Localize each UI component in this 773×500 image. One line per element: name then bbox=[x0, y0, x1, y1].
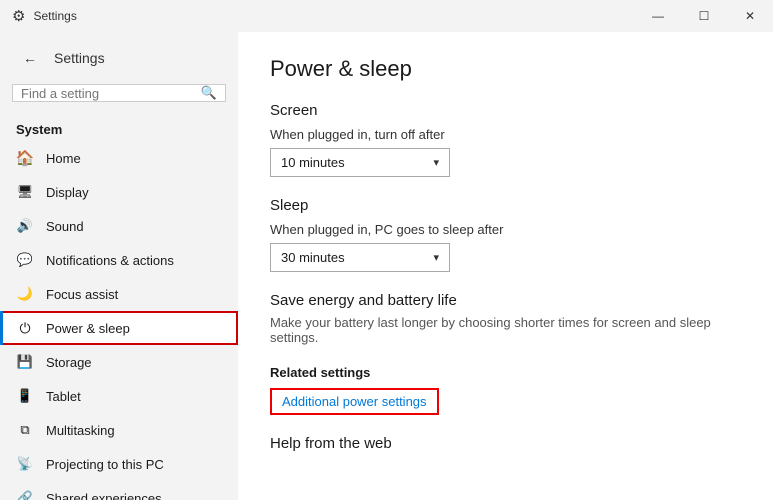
sidebar-label-sound: Sound bbox=[46, 219, 84, 234]
sidebar: ← Settings 🔍 System 🏠 Home 🖥 Display 🔊 S… bbox=[0, 32, 238, 500]
app-icon: ⚙ bbox=[8, 7, 25, 25]
save-energy-desc: Make your battery last longer by choosin… bbox=[270, 315, 741, 345]
sidebar-label-display: Display bbox=[46, 185, 89, 200]
content-area: Power & sleep Screen When plugged in, tu… bbox=[238, 32, 773, 500]
sidebar-item-home[interactable]: 🏠 Home bbox=[0, 141, 238, 175]
display-icon: 🖥 bbox=[16, 183, 34, 201]
sidebar-item-sound[interactable]: 🔊 Sound bbox=[0, 209, 238, 243]
sidebar-app-title: Settings bbox=[54, 50, 105, 66]
titlebar-controls: — ☐ ✕ bbox=[635, 0, 773, 32]
sleep-dropdown[interactable]: 30 minutes ▾ bbox=[270, 243, 450, 272]
home-icon: 🏠 bbox=[16, 149, 34, 167]
screen-section-heading: Screen bbox=[270, 102, 741, 119]
sidebar-label-power: Power & sleep bbox=[46, 321, 130, 336]
sound-icon: 🔊 bbox=[16, 217, 34, 235]
search-input[interactable] bbox=[21, 86, 201, 101]
sidebar-label-shared: Shared experiences bbox=[46, 491, 162, 500]
multitasking-icon: ⧉ bbox=[16, 421, 34, 439]
sidebar-label-home: Home bbox=[46, 151, 81, 166]
search-box[interactable]: 🔍 bbox=[12, 84, 226, 102]
sidebar-label-focus: Focus assist bbox=[46, 287, 118, 302]
save-energy-title: Save energy and battery life bbox=[270, 292, 741, 309]
screen-dropdown-value: 10 minutes bbox=[281, 155, 345, 170]
screen-dropdown-arrow: ▾ bbox=[433, 156, 439, 169]
close-button[interactable]: ✕ bbox=[727, 0, 773, 32]
maximize-button[interactable]: ☐ bbox=[681, 0, 727, 32]
sleep-section-heading: Sleep bbox=[270, 197, 741, 214]
titlebar: ⚙ Settings — ☐ ✕ bbox=[0, 0, 773, 32]
minimize-button[interactable]: — bbox=[635, 0, 681, 32]
shared-icon: 🔗 bbox=[16, 489, 34, 500]
tablet-icon: 📱 bbox=[16, 387, 34, 405]
app-container: ← Settings 🔍 System 🏠 Home 🖥 Display 🔊 S… bbox=[0, 32, 773, 500]
power-icon: ⏻ bbox=[16, 319, 34, 337]
titlebar-left: ⚙ Settings bbox=[8, 7, 77, 25]
system-section-label: System bbox=[0, 114, 238, 141]
sidebar-label-multitasking: Multitasking bbox=[46, 423, 115, 438]
sidebar-label-notifications: Notifications & actions bbox=[46, 253, 174, 268]
sidebar-label-storage: Storage bbox=[46, 355, 92, 370]
help-title: Help from the web bbox=[270, 435, 741, 452]
page-title: Power & sleep bbox=[270, 56, 741, 82]
sleep-field-label: When plugged in, PC goes to sleep after bbox=[270, 222, 741, 237]
sidebar-label-tablet: Tablet bbox=[46, 389, 81, 404]
sleep-dropdown-value: 30 minutes bbox=[281, 250, 345, 265]
screen-field-label: When plugged in, turn off after bbox=[270, 127, 741, 142]
sidebar-item-tablet[interactable]: 📱 Tablet bbox=[0, 379, 238, 413]
screen-dropdown[interactable]: 10 minutes ▾ bbox=[270, 148, 450, 177]
storage-icon: 💾 bbox=[16, 353, 34, 371]
sidebar-item-power[interactable]: ⏻ Power & sleep bbox=[0, 311, 238, 345]
sidebar-item-storage[interactable]: 💾 Storage bbox=[0, 345, 238, 379]
additional-power-settings-link[interactable]: Additional power settings bbox=[276, 391, 433, 412]
sleep-dropdown-arrow: ▾ bbox=[433, 251, 439, 264]
notifications-icon: 💬 bbox=[16, 251, 34, 269]
additional-power-link-highlight: Additional power settings bbox=[270, 388, 439, 415]
projecting-icon: 📡 bbox=[16, 455, 34, 473]
sidebar-item-shared[interactable]: 🔗 Shared experiences bbox=[0, 481, 238, 500]
search-icon: 🔍 bbox=[201, 85, 217, 101]
sidebar-item-projecting[interactable]: 📡 Projecting to this PC bbox=[0, 447, 238, 481]
sidebar-item-multitasking[interactable]: ⧉ Multitasking bbox=[0, 413, 238, 447]
titlebar-title: Settings bbox=[33, 9, 76, 23]
sidebar-item-display[interactable]: 🖥 Display bbox=[0, 175, 238, 209]
focus-icon: 🌙 bbox=[16, 285, 34, 303]
back-button[interactable]: ← bbox=[16, 44, 44, 72]
related-settings-label: Related settings bbox=[270, 365, 741, 380]
sidebar-item-notifications[interactable]: 💬 Notifications & actions bbox=[0, 243, 238, 277]
sidebar-item-focus[interactable]: 🌙 Focus assist bbox=[0, 277, 238, 311]
sidebar-label-projecting: Projecting to this PC bbox=[46, 457, 164, 472]
sidebar-header: ← Settings bbox=[0, 32, 238, 80]
